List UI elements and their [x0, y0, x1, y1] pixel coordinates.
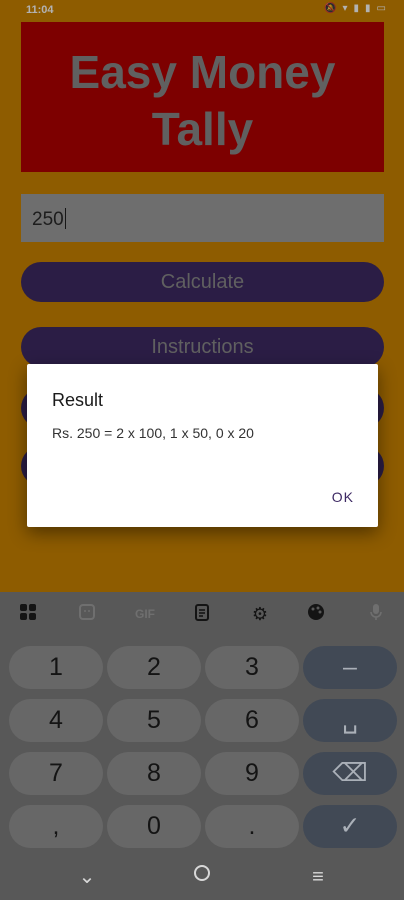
keyboard-toolbar: GIF ⚙ — [0, 592, 404, 636]
space-key[interactable]: ␣ — [303, 699, 397, 742]
key-5[interactable]: 5 — [107, 699, 201, 742]
key-4[interactable]: 4 — [9, 699, 103, 742]
minus-key[interactable]: – — [303, 646, 397, 689]
done-check-icon[interactable]: ✓ — [303, 805, 397, 848]
gear-icon[interactable]: ⚙ — [248, 602, 272, 626]
numeric-keyboard: GIF ⚙ 1 2 3 – 4 5 6 ␣ 7 8 9 ⌫ , 0 . ✓ — [0, 592, 404, 852]
key-9[interactable]: 9 — [205, 752, 299, 795]
navigation-bar: ⌄ ≡ — [0, 852, 404, 900]
home-icon[interactable] — [187, 862, 217, 892]
backspace-icon[interactable]: ⌫ — [303, 752, 397, 795]
result-dialog: Result Rs. 250 = 2 x 100, 1 x 50, 0 x 20… — [27, 364, 378, 527]
gif-button[interactable]: GIF — [128, 602, 162, 626]
clipboard-icon[interactable] — [190, 602, 214, 626]
sticker-icon[interactable] — [75, 602, 99, 626]
key-3[interactable]: 3 — [205, 646, 299, 689]
period-key[interactable]: . — [205, 805, 299, 848]
ok-button[interactable]: OK — [332, 489, 354, 505]
comma-key[interactable]: , — [9, 805, 103, 848]
dialog-title: Result — [52, 390, 104, 410]
mic-icon[interactable] — [364, 602, 388, 626]
app-screen: 11:04 🔕 ▾ ▮ ▮ ▭ Easy Money Tally 250 Cal… — [0, 0, 404, 592]
chevron-down-icon[interactable]: ⌄ — [72, 862, 102, 892]
key-2[interactable]: 2 — [107, 646, 201, 689]
key-0[interactable]: 0 — [107, 805, 201, 848]
key-1[interactable]: 1 — [9, 646, 103, 689]
key-6[interactable]: 6 — [205, 699, 299, 742]
menu-icon[interactable]: ≡ — [303, 862, 333, 892]
palette-icon[interactable] — [304, 602, 328, 626]
key-8[interactable]: 8 — [107, 752, 201, 795]
key-7[interactable]: 7 — [9, 752, 103, 795]
grid-icon[interactable] — [16, 602, 40, 626]
dialog-message: Rs. 250 = 2 x 100, 1 x 50, 0 x 20 — [52, 425, 254, 441]
